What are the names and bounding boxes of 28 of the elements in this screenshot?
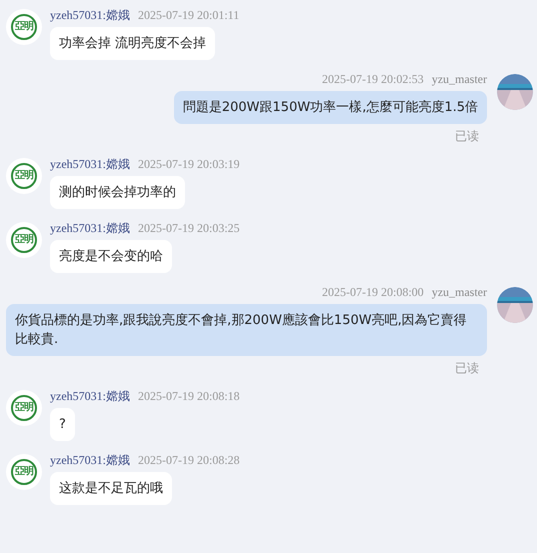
logo-icon: 亞明 [11,163,37,189]
message-bubble: 这款是不足瓦的哦 [50,472,172,505]
sender-name: yzu_master [432,285,487,299]
timestamp: 2025-07-19 20:08:28 [138,453,240,467]
timestamp: 2025-07-19 20:08:18 [138,389,240,403]
timestamp: 2025-07-19 20:01:11 [138,8,240,22]
logo-icon: 亞明 [11,14,37,40]
timestamp: 2025-07-19 20:02:53 [322,72,424,86]
logo-icon: 亞明 [11,395,37,421]
sender-name: yzeh57031:嫦娥 [50,8,130,22]
logo-icon: 亞明 [11,227,37,253]
logo-icon: 亞明 [11,459,37,485]
message-bubble: 你貨品標的是功率,跟我說亮度不會掉,那200W應該會比150W亮吧,因為它賣得比較貴. [6,304,487,356]
message-bubble: 测的时候会掉功率的 [50,176,185,209]
read-receipt: 已读 [455,361,479,375]
sender-name: yzeh57031:嫦娥 [50,389,130,403]
message-bubble: 亮度是不会变的哈 [50,240,172,273]
read-receipt: 已读 [455,129,479,143]
timestamp: 2025-07-19 20:03:19 [138,157,240,171]
message-bubble: 功率会掉 流明亮度不会掉 [50,27,216,60]
message-bubble: ? [50,408,75,441]
sender-name: yzeh57031:嫦娥 [50,157,130,171]
timestamp: 2025-07-19 20:03:25 [138,221,240,235]
timestamp: 2025-07-19 20:08:00 [322,285,424,299]
sender-name: yzu_master [432,72,487,86]
sender-name: yzeh57031:嫦娥 [50,453,130,467]
message-bubble: 問題是200W跟150W功率一樣,怎麼可能亮度1.5倍 [174,91,487,124]
sender-name: yzeh57031:嫦娥 [50,221,130,235]
